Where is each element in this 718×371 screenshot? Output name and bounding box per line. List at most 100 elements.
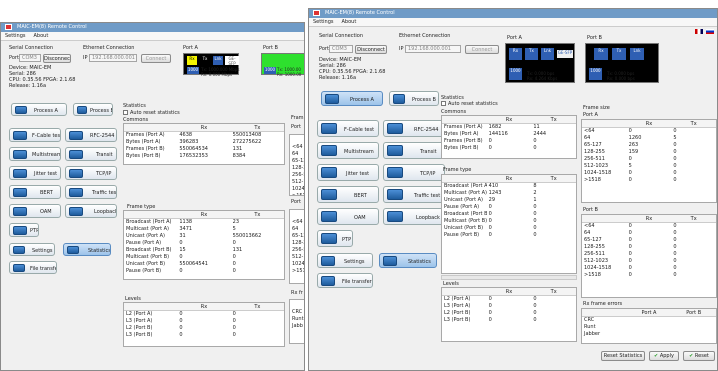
process-b-icon <box>393 94 405 104</box>
port-select[interactable]: COM3 <box>329 45 353 53</box>
nav-rfc-2544[interactable]: RFC-2544 <box>65 128 117 142</box>
table-cell: 0 <box>232 261 236 267</box>
horizontal-scrollbar[interactable] <box>441 275 577 280</box>
port-a-title: Port A <box>183 45 198 51</box>
reset-button[interactable]: ✔ Reset <box>683 351 715 361</box>
table-row: Bytes (Port A) 144116 2444 <box>442 131 576 138</box>
nav-oam[interactable]: OAM <box>317 208 379 225</box>
right-commons-table: Rx Tx Frames (Port A) 1682 11 Bytes (Port A)… <box>441 115 577 159</box>
nav-multistream[interactable]: Multistream <box>317 142 379 159</box>
table-row: 512-1 <box>290 179 304 186</box>
left-commons-table: Rx Tx Frames (Port A) 4638 550013408 Bytes (… <box>123 123 285 165</box>
ip-field[interactable]: 192.168.000.001 <box>89 54 137 62</box>
process-b-button[interactable]: Process B <box>73 103 113 116</box>
nav-transit[interactable]: Transit <box>65 147 117 161</box>
port-select[interactable]: COM3 <box>19 54 41 62</box>
oam-icon <box>321 211 337 222</box>
table-cell: 8384 <box>232 153 246 159</box>
disconnect-button[interactable]: Disconnect <box>355 45 387 54</box>
reset-statistics-button[interactable]: Reset Statistics <box>601 351 645 361</box>
nav-jitter-test[interactable]: Jitter test <box>9 166 61 180</box>
front-window-title: MAIC-EM(8) Remote Control <box>325 10 395 16</box>
nav-ptp[interactable]: PTP <box>9 223 39 237</box>
table-cell: 64 <box>292 151 299 157</box>
table-header: Rx Tx <box>442 288 576 296</box>
table-row: Unicast (Port A) 31 550013662 <box>124 233 284 240</box>
process-a-icon <box>15 106 27 114</box>
table-cell: 0 <box>673 156 677 162</box>
table-row: Frames (Port B) 550064534 131 <box>124 146 284 153</box>
nav-rfc-2544[interactable]: RFC-2544 <box>383 120 445 137</box>
nav-settings[interactable]: Settings <box>317 253 373 268</box>
nav-bert[interactable]: BERT <box>9 185 61 199</box>
transit-icon <box>69 150 83 159</box>
nav-bert[interactable]: BERT <box>317 186 379 203</box>
flag-uk-icon[interactable] <box>695 29 703 34</box>
nav-statistics[interactable]: Statistics <box>63 243 111 256</box>
process-a-button[interactable]: Process A <box>11 103 67 116</box>
nav-file-transfer[interactable]: File transfer <box>9 261 57 274</box>
checkbox-box[interactable] <box>123 110 128 115</box>
table-cell: 1 <box>533 197 537 203</box>
nav-statistics[interactable]: Statistics <box>379 253 437 268</box>
connect-button[interactable]: Connect <box>141 54 171 63</box>
process-a-button[interactable]: Process A <box>321 91 383 106</box>
table-cell: 65-12 <box>292 158 304 164</box>
table-row: 65-12 <box>290 233 304 240</box>
table-cell: 0 <box>628 251 632 257</box>
nav-jitter-test[interactable]: Jitter test <box>317 164 379 181</box>
nav-traffic-test[interactable]: Traffic test <box>383 186 445 203</box>
table-cell: 0 <box>628 170 632 176</box>
table-row: Multicast (Port A) 1243 2 <box>442 190 576 197</box>
flag-ru-icon[interactable] <box>706 29 714 34</box>
ip-field[interactable]: 192.168.000.001 <box>405 45 461 53</box>
table-cell: 512-1023 <box>584 163 609 169</box>
table-row: 64 0 0 <box>582 230 716 237</box>
right-levels-table: Rx Tx L2 (Port A) 0 0 L3 (Port A) 0 0 L2 (Port … <box>441 287 577 342</box>
process-a-icon <box>325 94 339 104</box>
back-window: MAIC-EM(8) Remote Control Settings About… <box>0 22 305 371</box>
menu-settings[interactable]: Settings <box>5 33 26 39</box>
table-cell: Pause (Port A) <box>444 204 480 210</box>
app-icon <box>313 10 320 16</box>
table-row: <64 0 0 <box>582 128 716 135</box>
table-cell: 0 <box>673 149 677 155</box>
oam-icon <box>13 207 27 216</box>
table-cell: Unicast (Port A) <box>444 197 484 203</box>
nav-transit[interactable]: Transit <box>383 142 445 159</box>
disconnect-button[interactable]: Disconnect <box>43 54 71 63</box>
tcp-ip-icon <box>387 167 403 178</box>
table-row: Frames (Port B) 0 0 <box>442 138 576 145</box>
port-label: Port <box>319 46 329 52</box>
nav-f-cable-test[interactable]: F-Cable test <box>317 120 379 137</box>
nav-multistream[interactable]: Multistream <box>9 147 61 161</box>
table-cell: 550064541 <box>179 261 208 267</box>
frame-size-port-b-table: Rx Tx <64 0 0 64 0 0 65-127 0 0 128-255 0 0 256-511 0 0… <box>581 214 717 298</box>
nav-traffic-test[interactable]: Traffic test <box>65 185 117 199</box>
process-b-button[interactable]: Process B <box>389 91 439 106</box>
table-row: 128-255 0 0 <box>582 244 716 251</box>
nav-oam[interactable]: OAM <box>9 204 61 218</box>
auto-reset-checkbox[interactable]: Auto reset statistics <box>441 101 498 107</box>
table-cell: 550013408 <box>232 132 262 138</box>
menu-settings[interactable]: Settings <box>313 19 334 25</box>
checkbox-box[interactable] <box>441 101 446 106</box>
nav-ptp[interactable]: PTP <box>317 230 353 247</box>
nav-tcp-ip[interactable]: TCP/IP <box>383 164 445 181</box>
port-label: Port <box>9 55 19 61</box>
jitter-icon <box>13 169 27 178</box>
nav-loopback[interactable]: Loopback <box>65 204 117 218</box>
menu-about[interactable]: About <box>342 19 357 25</box>
left-fs-b-table: <646465-12128-2256-5512-11024->151 <box>289 209 304 284</box>
connect-button[interactable]: Connect <box>465 45 499 54</box>
port-b-title: Port B <box>587 35 602 41</box>
auto-reset-checkbox[interactable]: Auto reset statistics <box>123 110 180 116</box>
nav-tcp-ip[interactable]: TCP/IP <box>65 166 117 180</box>
nav-loopback[interactable]: Loopback <box>383 208 445 225</box>
nav-file-transfer[interactable]: File transfer <box>317 273 373 288</box>
apply-button[interactable]: ✔ Apply <box>649 351 679 361</box>
table-cell: 1024-1518 <box>584 265 612 271</box>
nav-f-cable-test[interactable]: F-Cable test <box>9 128 61 142</box>
menu-about[interactable]: About <box>34 33 49 39</box>
nav-settings[interactable]: Settings <box>9 243 55 256</box>
